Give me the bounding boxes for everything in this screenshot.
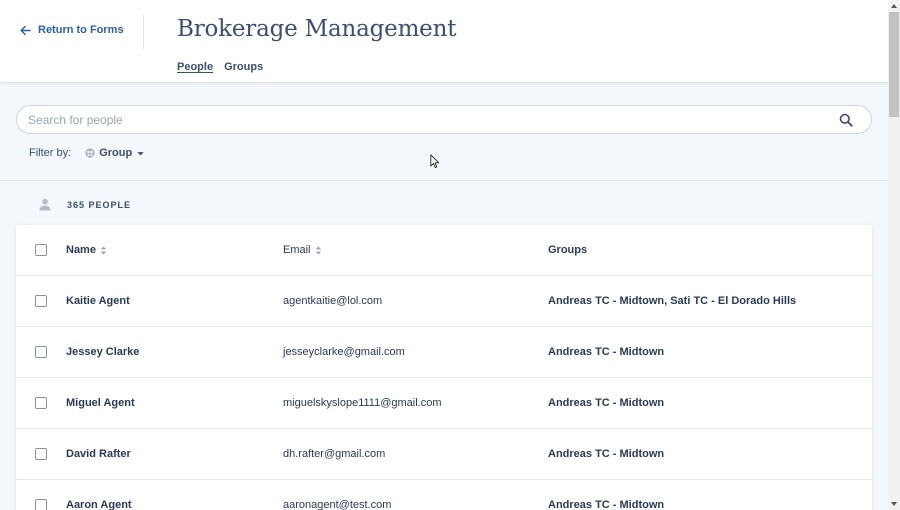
sort-icon [315,246,321,254]
person-name[interactable]: Jessey Clarke [66,346,139,358]
row-checkbox[interactable] [35,499,47,510]
header-divider [143,15,144,49]
filter-label: Filter by: [29,147,72,159]
email-column-header[interactable]: Email [283,244,322,256]
tab-bar: People Groups [177,61,263,73]
table-header-row: Name Email Groups [16,225,872,276]
person-groups: Andreas TC - Midtown [548,346,665,358]
group-icon [85,148,95,158]
sort-icon [100,246,107,254]
scrollbar-thumb[interactable] [889,12,899,117]
person-name[interactable]: Aaron Agent [66,499,132,510]
tab-groups[interactable]: Groups [224,61,263,73]
person-name[interactable]: Kaitie Agent [66,295,130,307]
person-email: aaronagent@test.com [283,499,392,510]
person-groups: Andreas TC - Midtown [548,448,665,460]
row-checkbox[interactable] [35,295,47,307]
page-title: Brokerage Management [177,16,457,42]
person-groups: Andreas TC - Midtown [548,397,665,409]
page-header: Return to Forms Brokerage Management Peo… [0,0,888,83]
person-groups: Andreas TC - Midtown [548,499,665,510]
filter-bar: Filter by: Group [29,147,145,159]
row-checkbox[interactable] [35,448,47,460]
person-icon [39,198,51,211]
table-row[interactable]: David Rafter dh.rafter@gmail.com Andreas… [16,429,872,480]
tab-people[interactable]: People [177,61,213,73]
row-checkbox[interactable] [35,397,47,409]
person-email: miguelskyslope1111@gmail.com [283,397,442,409]
group-filter-label: Group [99,147,133,159]
table-row[interactable]: Jessey Clarke jesseyclarke@gmail.com And… [16,327,872,378]
name-column-label: Name [66,244,96,256]
search-icon[interactable] [839,113,853,127]
caret-down-icon [137,151,144,155]
people-count-label: 365 PEOPLE [67,199,132,210]
section-divider [0,180,888,181]
person-groups: Andreas TC - Midtown, Sati TC - El Dorad… [548,295,797,307]
select-all-checkbox[interactable] [35,244,47,256]
person-email: agentkaitie@lol.com [283,295,383,307]
table-row[interactable]: Kaitie Agent agentkaitie@lol.com Andreas… [16,276,872,327]
return-to-forms-label: Return to Forms [38,24,124,36]
table-row[interactable]: Miguel Agent miguelskyslope1111@gmail.co… [16,378,872,429]
groups-column-header: Groups [548,244,588,256]
person-email: dh.rafter@gmail.com [283,448,386,460]
people-count: 365 PEOPLE [39,198,131,211]
person-email: jesseyclarke@gmail.com [283,346,405,358]
table-row[interactable]: Aaron Agent aaronagent@test.com Andreas … [16,480,872,510]
return-to-forms-link[interactable]: Return to Forms [20,24,124,36]
mouse-cursor-icon [430,154,440,169]
page-scrollbar[interactable] [888,0,900,510]
people-table: Name Email Groups Kaitie Agent agentkait… [16,225,872,510]
arrow-left-icon [20,25,31,35]
person-name[interactable]: David Rafter [66,448,131,460]
name-column-header[interactable]: Name [66,244,107,256]
scroll-up-icon[interactable] [891,4,897,8]
email-column-label: Email [283,244,311,256]
group-filter-dropdown[interactable]: Group [85,147,145,159]
row-checkbox[interactable] [35,346,47,358]
search-input[interactable] [28,112,808,128]
person-name[interactable]: Miguel Agent [66,397,135,409]
search-bar [16,105,872,134]
scroll-down-icon[interactable] [891,502,897,506]
